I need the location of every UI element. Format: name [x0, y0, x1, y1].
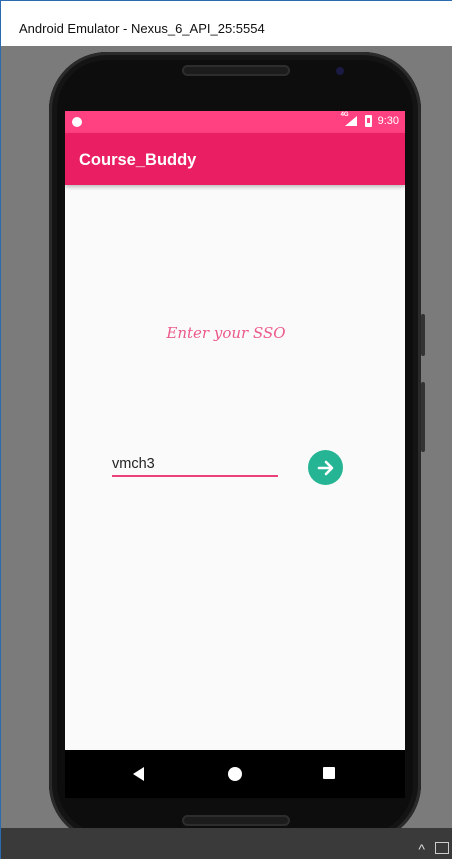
arrow-right-icon — [317, 460, 333, 475]
phone-frame: 4G 9:30 Course_Buddy Enter your SSO — [49, 52, 425, 842]
battery-icon — [364, 115, 372, 127]
navigation-bar — [65, 750, 405, 798]
home-icon[interactable] — [228, 767, 242, 781]
back-icon[interactable] — [133, 767, 144, 781]
notification-dot-icon — [72, 117, 82, 127]
status-bar: 4G 9:30 — [65, 111, 405, 133]
power-button[interactable] — [421, 314, 425, 356]
device-screen: 4G 9:30 Course_Buddy Enter your SSO — [65, 111, 405, 798]
top-speaker — [182, 65, 290, 76]
sso-prompt: Enter your SSO — [166, 324, 286, 342]
front-camera — [336, 67, 344, 75]
window-titlebar[interactable]: Android Emulator - Nexus_6_API_25:5554 — [1, 0, 452, 46]
tray-network-icon[interactable] — [435, 842, 449, 854]
emulator-window: Android Emulator - Nexus_6_API_25:5554 4… — [0, 0, 452, 859]
submit-button[interactable] — [308, 450, 343, 485]
signal-icon: 4G — [341, 112, 359, 126]
bottom-speaker — [182, 815, 290, 826]
tray-chevron-icon[interactable]: ^ — [418, 842, 425, 856]
recents-icon[interactable] — [323, 767, 335, 779]
taskbar: ^ — [1, 828, 452, 859]
app-title: Course_Buddy — [79, 151, 197, 169]
sso-input[interactable] — [112, 452, 278, 477]
status-right: 4G 9:30 — [341, 112, 399, 127]
volume-button[interactable] — [421, 382, 425, 452]
window-title: Android Emulator - Nexus_6_API_25:5554 — [19, 21, 265, 36]
app-bar: Course_Buddy — [65, 133, 405, 185]
status-time: 9:30 — [377, 115, 399, 127]
